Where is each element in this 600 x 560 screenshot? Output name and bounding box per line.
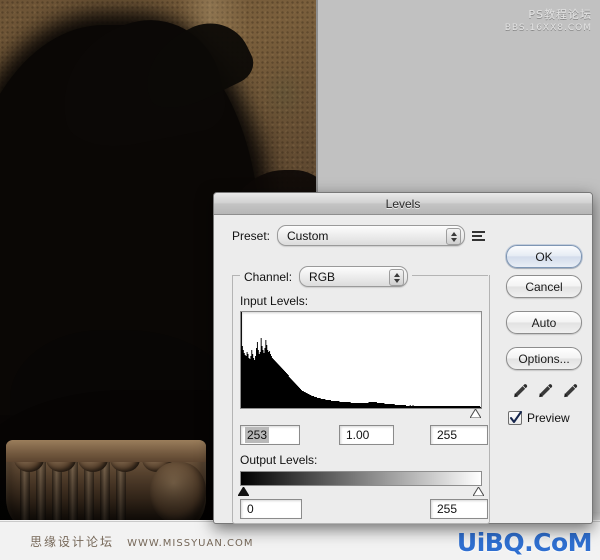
- output-shadow-slider-handle[interactable]: [237, 485, 250, 499]
- dialog-body: Preset: Custom Channel: RGB Input Levels…: [214, 215, 592, 524]
- input-levels-label: Input Levels:: [240, 294, 309, 308]
- ornament-shading-overlay: [0, 440, 212, 530]
- options-button[interactable]: Options...: [506, 347, 582, 370]
- input-highlight-field[interactable]: 255: [430, 425, 488, 445]
- set-white-point-eyedropper[interactable]: [560, 381, 580, 401]
- input-gamma-value: 1.00: [346, 428, 370, 442]
- preview-checkbox[interactable]: [508, 411, 522, 425]
- channel-row: Channel: RGB: [240, 266, 413, 287]
- watermark-bottom-left: 思缘设计论坛 WWW.MISSYUAN.COM: [30, 531, 254, 550]
- dialog-titlebar[interactable]: Levels: [214, 193, 592, 215]
- channel-label: Channel:: [244, 269, 293, 284]
- ok-button[interactable]: OK: [506, 245, 582, 268]
- input-gamma-field[interactable]: 1.00: [339, 425, 394, 445]
- input-shadow-value: 253: [245, 427, 270, 443]
- input-highlight-slider-handle[interactable]: [470, 409, 481, 418]
- preset-stepper-arrows[interactable]: [446, 228, 462, 245]
- preset-select[interactable]: Custom: [277, 225, 466, 246]
- auto-button[interactable]: Auto: [506, 311, 582, 334]
- eyedropper-tools: [510, 381, 582, 403]
- channel-select[interactable]: RGB: [299, 266, 409, 287]
- input-levels-slider-track[interactable]: [240, 409, 481, 420]
- output-levels-slider-track[interactable]: [237, 485, 485, 497]
- set-black-point-eyedropper[interactable]: [510, 381, 530, 401]
- chevron-down-icon: [393, 278, 400, 283]
- channel-selected-value: RGB: [309, 269, 336, 284]
- screenshot-root: PS教程论坛 BBS.16XX8.COM 思缘设计论坛 WWW.MISSYUAN…: [0, 0, 600, 560]
- histogram[interactable]: [240, 311, 482, 409]
- output-shadow-value: 0: [247, 502, 254, 516]
- preview-checkbox-row[interactable]: Preview: [508, 411, 570, 425]
- output-highlight-value: 255: [437, 502, 458, 516]
- chevron-down-icon: [450, 237, 457, 242]
- watermark-bottom-left-line1: 思缘设计论坛: [30, 535, 115, 549]
- chevron-up-icon: [450, 231, 457, 236]
- preview-label: Preview: [527, 411, 570, 425]
- input-shadow-field[interactable]: 253: [240, 425, 300, 445]
- watermark-bottom-left-line2: WWW.MISSYUAN.COM: [127, 538, 254, 549]
- dialog-title: Levels: [385, 196, 421, 211]
- set-gray-point-eyedropper[interactable]: [535, 381, 555, 401]
- input-highlight-value: 255: [437, 428, 458, 442]
- output-levels-gradient-ramp: [240, 471, 482, 486]
- cancel-button[interactable]: Cancel: [506, 275, 582, 298]
- preset-options-menu-icon[interactable]: [472, 229, 487, 243]
- preset-label: Preset:: [232, 228, 271, 243]
- output-levels-label: Output Levels:: [240, 453, 318, 467]
- levels-dialog: Levels Preset: Custom Channel: RGB Input…: [213, 192, 593, 524]
- output-highlight-slider-handle[interactable]: [472, 485, 485, 499]
- output-shadow-field[interactable]: 0: [240, 499, 302, 519]
- output-highlight-field[interactable]: 255: [430, 499, 488, 519]
- watermark-bottom-right-logo: UiBQ.CoM: [456, 528, 593, 557]
- watermark-top-right: PS教程论坛 BBS.16XX8.COM: [505, 6, 592, 33]
- watermark-top-right-line1: PS教程论坛: [528, 8, 592, 21]
- channel-stepper-arrows[interactable]: [389, 269, 405, 286]
- histogram-plot: [241, 312, 481, 408]
- preset-row: Preset: Custom: [232, 225, 582, 246]
- preset-selected-value: Custom: [287, 228, 329, 243]
- chevron-up-icon: [393, 272, 400, 277]
- watermark-top-right-line2: BBS.16XX8.COM: [504, 23, 592, 33]
